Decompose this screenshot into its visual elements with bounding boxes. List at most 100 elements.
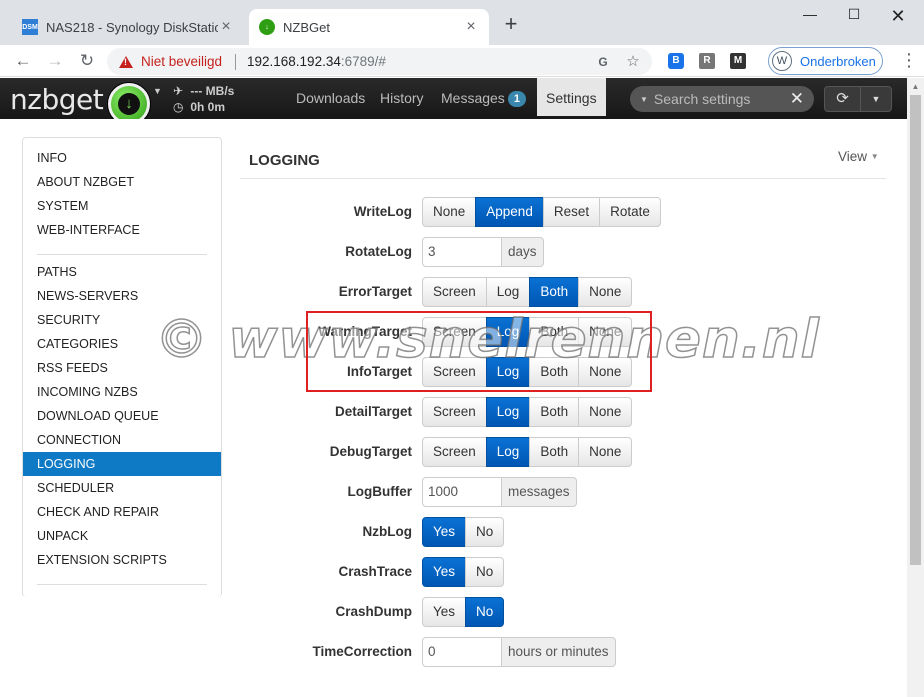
tab-history[interactable]: History xyxy=(372,78,432,119)
sidebar-item-logging[interactable]: LOGGING xyxy=(23,452,221,476)
profile-name: Onderbroken xyxy=(800,53,876,69)
writelog-reset-button[interactable]: Reset xyxy=(542,197,601,227)
writelog-none-button[interactable]: None xyxy=(422,197,477,227)
url-text[interactable]: 192.168.192.34:6789/# xyxy=(247,54,386,69)
new-tab-button[interactable]: + xyxy=(500,13,522,36)
sidebar-item-unpack[interactable]: UNPACK xyxy=(23,524,221,548)
sidebar-item-deletesamples[interactable]: DELETESAMPLES xyxy=(23,590,221,597)
divider xyxy=(235,54,236,70)
section-title: LOGGING xyxy=(249,152,320,169)
forward-icon[interactable]: → xyxy=(44,50,66,72)
setting-row-errortarget: ErrorTarget Screen Log Both None xyxy=(240,277,740,307)
extension-r-icon[interactable]: R xyxy=(699,53,715,69)
sidebar-item-security[interactable]: SECURITY xyxy=(23,308,221,332)
extension-1-icon[interactable]: B xyxy=(668,53,684,69)
sidebar-item-system[interactable]: SYSTEM xyxy=(23,194,221,218)
setting-label: DebugTarget xyxy=(329,444,412,459)
extension-m-icon[interactable]: M xyxy=(730,53,746,69)
minimize-icon[interactable]: — xyxy=(796,6,824,26)
clock-icon: ◷ xyxy=(173,100,184,114)
debugtarget-both-button[interactable]: Both xyxy=(529,437,580,467)
speed-indicator[interactable]: ✈ --- MB/s ◷ 0h 0m xyxy=(173,83,234,115)
browser-tab-synology[interactable]: DSM NAS218 - Synology DiskStation × xyxy=(12,9,244,45)
dsm-icon: DSM xyxy=(22,19,38,35)
maximize-icon[interactable]: ☐ xyxy=(840,6,868,26)
clear-search-icon[interactable]: ✕ xyxy=(790,86,804,112)
logbuffer-input[interactable]: 1000 xyxy=(422,477,502,507)
crashdump-yes-button[interactable]: Yes xyxy=(422,597,467,627)
sidebar-item-info[interactable]: INFO xyxy=(23,146,221,170)
refresh-menu-chevron-icon[interactable]: ▼ xyxy=(861,87,891,111)
sidebar-item-extension-scripts[interactable]: EXTENSION SCRIPTS xyxy=(23,548,221,572)
tab-messages[interactable]: Messages 1 xyxy=(433,78,534,119)
address-bar[interactable]: Niet beveiligd 192.168.192.34:6789/# G ☆ xyxy=(107,48,652,75)
nzblog-button-group: Yes No xyxy=(422,517,505,547)
security-indicator[interactable]: Niet beveiligd xyxy=(119,54,222,69)
sidebar-item-about-nzbget[interactable]: ABOUT NZBGET xyxy=(23,170,221,194)
crashtrace-no-button[interactable]: No xyxy=(465,557,505,587)
detailtarget-log-button[interactable]: Log xyxy=(485,397,531,427)
writelog-rotate-button[interactable]: Rotate xyxy=(599,197,661,227)
setting-label: DetailTarget xyxy=(334,404,412,419)
menu-kebab-icon[interactable]: ⋮ xyxy=(900,49,918,71)
setting-label: ErrorTarget xyxy=(338,284,412,299)
sidebar-item-news-servers[interactable]: NEWS-SERVERS xyxy=(23,284,221,308)
tab-settings[interactable]: Settings xyxy=(537,78,606,116)
nzblog-no-button[interactable]: No xyxy=(465,517,505,547)
errortarget-button-group: Screen Log Both None xyxy=(422,277,633,307)
detailtarget-screen-button[interactable]: Screen xyxy=(422,397,487,427)
scrollbar-thumb[interactable] xyxy=(910,95,921,565)
highlight-box xyxy=(306,311,652,392)
detailtarget-button-group: Screen Log Both None xyxy=(422,397,633,427)
detailtarget-both-button[interactable]: Both xyxy=(529,397,580,427)
scrollbar[interactable]: ▲ xyxy=(907,78,924,697)
tab-downloads[interactable]: Downloads xyxy=(288,78,373,119)
sidebar-item-web-interface[interactable]: WEB-INTERFACE xyxy=(23,218,221,242)
scroll-up-icon[interactable]: ▲ xyxy=(907,78,924,95)
nzblog-yes-button[interactable]: Yes xyxy=(422,517,467,547)
errortarget-none-button[interactable]: None xyxy=(578,277,633,307)
reload-icon[interactable]: ↻ xyxy=(76,50,98,72)
browser-tab-nzbget[interactable]: ↓ NZBGet × xyxy=(249,9,489,45)
close-tab-icon[interactable]: × xyxy=(463,19,479,35)
sidebar-item-incoming-nzbs[interactable]: INCOMING NZBS xyxy=(23,380,221,404)
chevron-down-icon[interactable]: ▼ xyxy=(640,95,648,104)
warning-icon xyxy=(119,55,133,68)
rotatelog-input[interactable]: 3 xyxy=(422,237,502,267)
bookmark-star-icon[interactable]: ☆ xyxy=(623,52,643,72)
translate-icon[interactable]: G xyxy=(593,52,613,72)
nzbget-icon: ↓ xyxy=(259,19,275,35)
debugtarget-screen-button[interactable]: Screen xyxy=(422,437,487,467)
sidebar-item-scheduler[interactable]: SCHEDULER xyxy=(23,476,221,500)
search-settings-input[interactable]: ▼ Search settings ✕ xyxy=(630,86,814,112)
errortarget-both-button[interactable]: Both xyxy=(529,277,580,307)
setting-label: CrashDump xyxy=(335,604,412,619)
browser-toolbar: ← → ↻ Niet beveiligd 192.168.192.34:6789… xyxy=(0,45,924,77)
refresh-icon[interactable]: ⟳ xyxy=(825,87,861,111)
crashdump-no-button[interactable]: No xyxy=(465,597,505,627)
plane-icon: ✈ xyxy=(173,84,184,98)
crashtrace-yes-button[interactable]: Yes xyxy=(422,557,467,587)
rotatelog-input-group: 3 days xyxy=(422,237,544,267)
errortarget-screen-button[interactable]: Screen xyxy=(422,277,487,307)
profile-button[interactable]: W Onderbroken xyxy=(768,47,883,75)
sidebar-item-check-and-repair[interactable]: CHECK AND REPAIR xyxy=(23,500,221,524)
sidebar-item-categories[interactable]: CATEGORIES xyxy=(23,332,221,356)
sidebar-item-rss-feeds[interactable]: RSS FEEDS xyxy=(23,356,221,380)
view-dropdown[interactable]: View ▼ xyxy=(838,149,879,164)
debugtarget-log-button[interactable]: Log xyxy=(485,437,531,467)
detailtarget-none-button[interactable]: None xyxy=(578,397,633,427)
setting-label: WriteLog xyxy=(353,204,412,219)
chevron-down-icon[interactable]: ▼ xyxy=(153,86,162,96)
timecorrection-input[interactable]: 0 xyxy=(422,637,502,667)
sidebar-item-paths[interactable]: PATHS xyxy=(23,260,221,284)
errortarget-log-button[interactable]: Log xyxy=(485,277,531,307)
debugtarget-none-button[interactable]: None xyxy=(578,437,633,467)
close-window-icon[interactable]: ✕ xyxy=(884,6,912,26)
sidebar-item-download-queue[interactable]: DOWNLOAD QUEUE xyxy=(23,404,221,428)
close-tab-icon[interactable]: × xyxy=(218,19,234,35)
sidebar-item-connection[interactable]: CONNECTION xyxy=(23,428,221,452)
sidebar-divider xyxy=(37,254,207,255)
back-icon[interactable]: ← xyxy=(12,50,34,72)
writelog-append-button[interactable]: Append xyxy=(475,197,544,227)
